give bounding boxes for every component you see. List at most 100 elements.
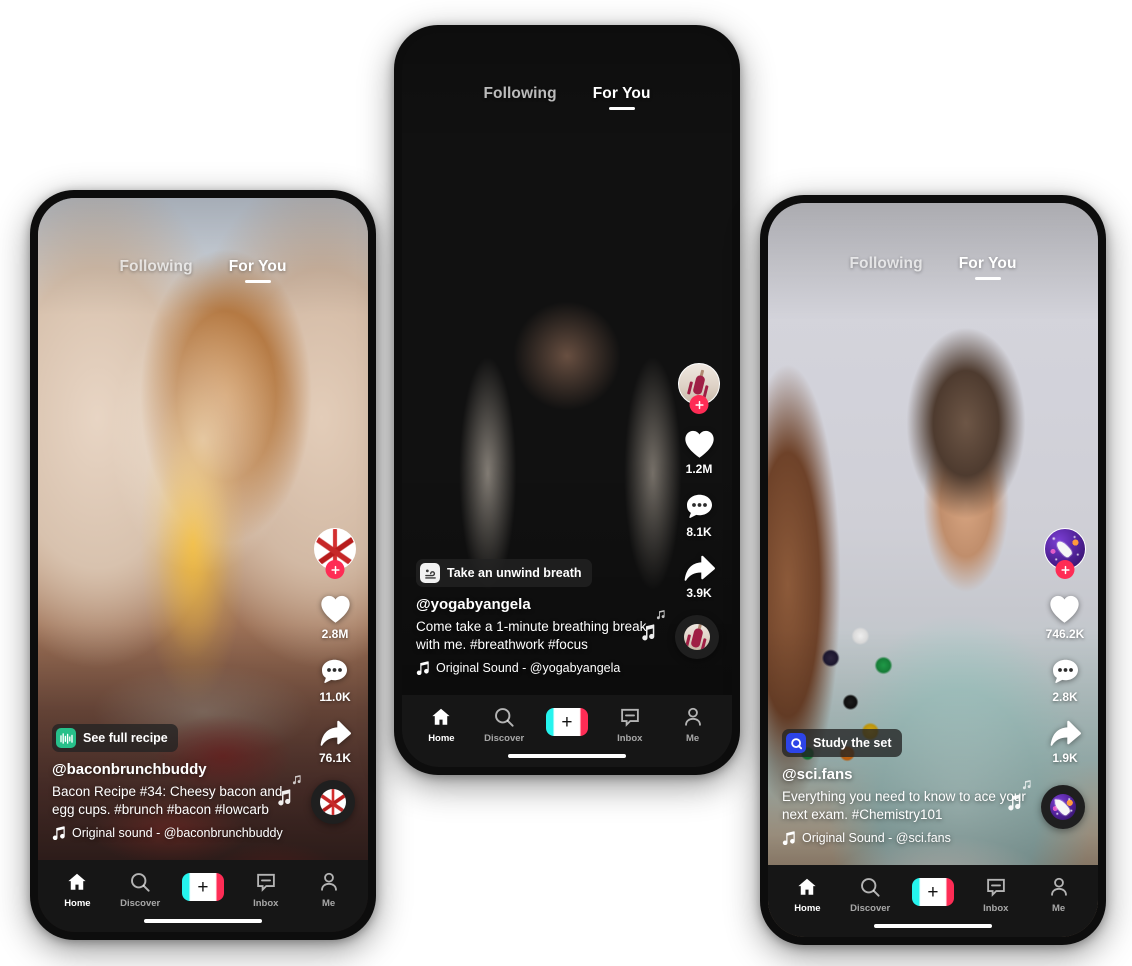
comment-count: 8.1K (686, 525, 712, 539)
comment-button[interactable]: 8.1K (684, 492, 715, 539)
partner-chip[interactable]: Study the set (782, 729, 902, 758)
feed-tabs: Following For You (38, 258, 368, 283)
video-description: Everything you need to know to ace your … (782, 789, 1026, 823)
sound-row[interactable]: Original Sound - @yogabyangela (416, 661, 718, 675)
creator-avatar-button[interactable] (1044, 528, 1086, 579)
phone-screen: Following For You 746.2K 2.8K 1.9K Study… (768, 203, 1098, 937)
comment-icon (686, 494, 712, 518)
heart-icon (320, 595, 350, 623)
message-icon (256, 873, 275, 892)
phone-mockup-center: Following For You 1.2M 8.1K 3.9K Take an… (394, 25, 740, 775)
tab-for-you[interactable]: For You (593, 85, 651, 110)
music-note-icon (782, 831, 795, 845)
home-icon (432, 708, 451, 725)
like-button[interactable]: 746.2K (1045, 594, 1085, 641)
nav-item-discover[interactable]: Discover (116, 871, 164, 909)
search-icon (131, 873, 150, 892)
partner-chip[interactable]: Take an unwind breath (416, 559, 592, 588)
tab-following[interactable]: Following (849, 255, 922, 280)
message-icon (620, 708, 639, 727)
plus-icon: + (561, 711, 573, 733)
calm-icon (420, 563, 440, 584)
comment-button[interactable]: 2.8K (1050, 657, 1081, 704)
creator-username[interactable]: @sci.fans (782, 766, 1084, 783)
sound-disc-button[interactable] (311, 780, 355, 824)
nav-item-create[interactable]: + (179, 871, 227, 901)
create-button[interactable]: + (545, 708, 588, 736)
plus-icon (694, 400, 704, 409)
music-note-icon (52, 826, 65, 840)
nav-item-discover[interactable]: Discover (480, 706, 528, 744)
comment-button[interactable]: 11.0K (319, 657, 351, 704)
like-button[interactable]: 2.8M (319, 594, 352, 641)
comment-icon (1052, 659, 1078, 683)
sound-cover (684, 624, 710, 650)
feed-tabs: Following For You (768, 255, 1098, 280)
like-button[interactable]: 1.2M (683, 429, 716, 476)
whisk-icon (56, 728, 76, 749)
sound-cover (320, 789, 346, 815)
nav-item-home[interactable]: Home (53, 871, 101, 909)
nav-label-discover: Discover (484, 733, 525, 744)
partner-chip-label: Take an unwind breath (447, 566, 582, 581)
nav-item-discover[interactable]: Discover (846, 876, 894, 914)
music-note-icon (416, 661, 429, 675)
plus-icon (330, 565, 340, 574)
nav-item-inbox[interactable]: Inbox (242, 871, 290, 909)
heart-icon (1050, 595, 1080, 623)
creator-avatar-button[interactable] (678, 363, 720, 414)
phone-screen: Following For You 1.2M 8.1K 3.9K Take an… (402, 33, 732, 767)
home-icon (68, 873, 87, 890)
tab-for-you[interactable]: For You (229, 258, 287, 283)
video-caption: Take an unwind breath @yogabyangela Come… (402, 559, 732, 675)
nav-item-inbox[interactable]: Inbox (606, 706, 654, 744)
feed-tabs: Following For You (402, 85, 732, 110)
create-button[interactable]: + (911, 878, 954, 906)
follow-button[interactable] (1055, 560, 1075, 579)
home-indicator (144, 918, 262, 923)
plus-icon: + (927, 881, 939, 903)
person-icon (1050, 877, 1067, 896)
creator-username[interactable]: @baconbrunchbuddy (52, 761, 354, 778)
nav-item-create[interactable]: + (909, 876, 957, 906)
creator-username[interactable]: @yogabyangela (416, 596, 718, 613)
phone-mockup-right: Following For You 746.2K 2.8K 1.9K Study… (760, 195, 1106, 945)
nav-item-inbox[interactable]: Inbox (972, 876, 1020, 914)
nav-label-discover: Discover (120, 898, 161, 909)
nav-item-me[interactable]: Me (305, 871, 353, 909)
sound-cover (1050, 794, 1076, 820)
tab-following[interactable]: Following (119, 258, 192, 283)
nav-item-home[interactable]: Home (417, 706, 465, 744)
search-icon (861, 878, 880, 897)
nav-item-me[interactable]: Me (669, 706, 717, 744)
nav-item-home[interactable]: Home (783, 876, 831, 914)
nav-item-create[interactable]: + (543, 706, 591, 736)
like-count: 746.2K (1045, 627, 1085, 641)
sound-label: Original Sound - @yogabyangela (436, 661, 621, 675)
phone-screen: Following For You 2.8M 11.0K 76.1K See f… (38, 198, 368, 932)
sound-disc-button[interactable] (675, 615, 719, 659)
quizlet-icon (786, 733, 806, 754)
nav-item-me[interactable]: Me (1035, 876, 1083, 914)
tab-for-you[interactable]: For You (959, 255, 1017, 280)
nav-label-inbox: Inbox (617, 733, 643, 744)
person-icon (320, 872, 337, 891)
create-button[interactable]: + (181, 873, 224, 901)
tab-following[interactable]: Following (483, 85, 556, 110)
comment-icon (322, 659, 348, 683)
creator-avatar-button[interactable] (314, 528, 356, 579)
follow-button[interactable] (325, 560, 345, 579)
nav-label-me: Me (1051, 903, 1066, 914)
follow-button[interactable] (689, 395, 709, 414)
message-icon (986, 878, 1005, 897)
sound-row[interactable]: Original Sound - @sci.fans (782, 831, 1084, 845)
partner-chip-label: Study the set (813, 736, 892, 751)
nav-label-home: Home (794, 903, 821, 914)
sound-disc-button[interactable] (1041, 785, 1085, 829)
person-icon (684, 707, 701, 726)
sound-row[interactable]: Original sound - @baconbrunchbuddy (52, 826, 354, 840)
heart-icon (684, 430, 714, 458)
partner-chip[interactable]: See full recipe (52, 724, 178, 753)
plus-icon: + (197, 876, 209, 898)
nav-label-discover: Discover (850, 903, 891, 914)
